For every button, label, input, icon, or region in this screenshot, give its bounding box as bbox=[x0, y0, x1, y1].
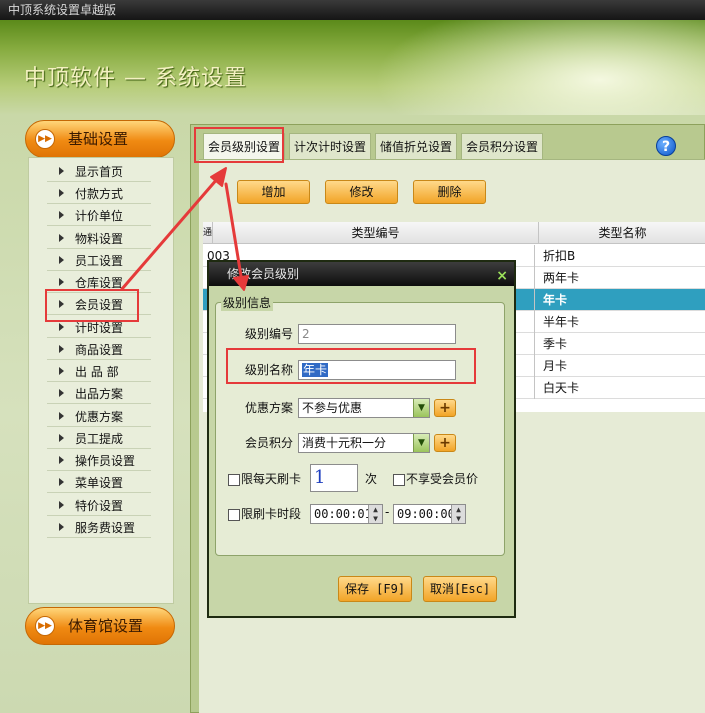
sidebar-item-goods[interactable]: 商品设置 bbox=[47, 340, 151, 360]
highlight-name-box bbox=[226, 348, 476, 384]
sidebar-item-payment[interactable]: 付款方式 bbox=[47, 184, 151, 204]
caret-right-icon bbox=[59, 234, 64, 242]
sidebar-item-service-fee[interactable]: 服务费设置 bbox=[47, 518, 151, 538]
sidebar-item-operator[interactable]: 操作员设置 bbox=[47, 451, 151, 471]
caret-right-icon bbox=[59, 345, 64, 353]
spin-updown-icon[interactable]: ▲ ▼ bbox=[451, 505, 465, 523]
level-code-label: 级别编号 bbox=[245, 327, 294, 341]
time-start-picker[interactable]: 00:00:01 ▲ ▼ bbox=[310, 504, 383, 524]
expand-arrow-icon: ▶▶ bbox=[35, 616, 55, 636]
level-info-legend: 级别信息 bbox=[221, 294, 274, 311]
add-discount-plan-button[interactable]: + bbox=[434, 399, 456, 417]
spin-updown-icon[interactable]: ▲ ▼ bbox=[368, 505, 382, 523]
group-gym-settings-button[interactable]: ▶▶ 体育馆设置 bbox=[25, 607, 175, 645]
daily-limit-label: 限每天刷卡 bbox=[241, 472, 302, 486]
sidebar-item-output-plan[interactable]: 出品方案 bbox=[47, 384, 151, 404]
sidebar-item-material[interactable]: 物料设置 bbox=[47, 229, 151, 249]
caret-right-icon bbox=[59, 478, 64, 486]
column-header-code[interactable]: 类型编号 bbox=[213, 222, 539, 244]
highlight-tab-box bbox=[194, 127, 284, 163]
daily-limit-checkbox[interactable] bbox=[228, 474, 240, 486]
member-points-value: 消费十元积一分 bbox=[302, 436, 387, 450]
delete-button[interactable]: 删除 bbox=[413, 180, 486, 204]
caret-right-icon bbox=[59, 323, 64, 331]
expand-arrow-icon: ▶▶ bbox=[35, 129, 55, 149]
discount-plan-select[interactable]: 不参与优惠 ▼ bbox=[298, 398, 430, 418]
chevron-down-icon: ▼ bbox=[413, 434, 429, 452]
chevron-down-icon: ▼ bbox=[413, 399, 429, 417]
discount-plan-label: 优惠方案 bbox=[245, 401, 294, 415]
discount-plan-value: 不参与优惠 bbox=[302, 401, 363, 415]
time-limit-label: 限刷卡时段 bbox=[241, 507, 302, 521]
caret-right-icon bbox=[59, 278, 64, 286]
table-header: 通 类型编号 类型名称 bbox=[203, 222, 705, 244]
caret-right-icon bbox=[59, 189, 64, 197]
group-gym-settings-label: 体育馆设置 bbox=[68, 617, 144, 635]
member-points-select[interactable]: 消费十元积一分 ▼ bbox=[298, 433, 430, 453]
time-start-value: 00:00:01 bbox=[314, 507, 372, 521]
sidebar-item-commission[interactable]: 员工提成 bbox=[47, 429, 151, 449]
column-header-index: 通 bbox=[203, 222, 213, 244]
caret-right-icon bbox=[59, 412, 64, 420]
member-points-label: 会员积分 bbox=[245, 436, 294, 450]
banner: 中顶软件 — 系统设置 bbox=[0, 20, 705, 115]
caret-right-icon bbox=[59, 434, 64, 442]
daily-limit-input[interactable]: 1 bbox=[310, 464, 358, 492]
time-range-separator: - bbox=[385, 505, 390, 519]
sidebar-item-menu[interactable]: 菜单设置 bbox=[47, 473, 151, 493]
caret-right-icon bbox=[59, 389, 64, 397]
add-button[interactable]: 增加 bbox=[237, 180, 310, 204]
level-code-input[interactable]: 2 bbox=[298, 324, 456, 344]
group-basic-settings-label: 基础设置 bbox=[68, 130, 129, 148]
help-icon[interactable]: ? bbox=[656, 136, 676, 156]
tab-stored-value[interactable]: 储值折兑设置 bbox=[375, 133, 458, 159]
sidebar-nav: 显示首页 付款方式 计价单位 物料设置 员工设置 仓库设置 会员设置 计时设置 … bbox=[28, 157, 174, 604]
sidebar-item-staff[interactable]: 员工设置 bbox=[47, 251, 151, 271]
caret-right-icon bbox=[59, 211, 64, 219]
close-icon[interactable]: × bbox=[496, 264, 508, 288]
group-basic-settings-button[interactable]: ▶▶ 基础设置 bbox=[25, 120, 175, 158]
column-header-name[interactable]: 类型名称 bbox=[539, 222, 705, 244]
add-points-rule-button[interactable]: + bbox=[434, 434, 456, 452]
sidebar-item-home[interactable]: 显示首页 bbox=[47, 162, 151, 182]
cancel-button[interactable]: 取消[Esc] bbox=[423, 576, 497, 602]
caret-right-icon bbox=[59, 523, 64, 531]
no-member-price-checkbox[interactable] bbox=[393, 474, 405, 486]
save-button[interactable]: 保存 [F9] bbox=[338, 576, 412, 602]
window-title: 中顶系统设置卓越版 bbox=[0, 0, 705, 20]
time-end-picker[interactable]: 09:00:00 ▲ ▼ bbox=[393, 504, 466, 524]
tab-count-timing[interactable]: 计次计时设置 bbox=[289, 133, 372, 159]
dialog-title-bar[interactable]: 修改会员级别 × bbox=[209, 262, 514, 286]
tab-member-points[interactable]: 会员积分设置 bbox=[461, 133, 544, 159]
caret-right-icon bbox=[59, 167, 64, 175]
edit-button[interactable]: 修改 bbox=[325, 180, 398, 204]
time-end-value: 09:00:00 bbox=[397, 507, 455, 521]
sidebar-item-discount-plan[interactable]: 优惠方案 bbox=[47, 407, 151, 427]
time-limit-checkbox[interactable] bbox=[228, 509, 240, 521]
caret-right-icon bbox=[59, 456, 64, 464]
banner-title: 中顶软件 — 系统设置 bbox=[24, 66, 247, 91]
edit-member-level-dialog: 修改会员级别 × 级别信息 级别编号 2 级别名称 年卡 优惠方案 不参与优惠 … bbox=[207, 260, 516, 618]
caret-right-icon bbox=[59, 501, 64, 509]
times-unit-label: 次 bbox=[365, 472, 378, 486]
caret-right-icon bbox=[59, 256, 64, 264]
highlight-member-box bbox=[45, 289, 139, 322]
sidebar-item-output-dept[interactable]: 出 品 部 bbox=[47, 362, 151, 382]
dialog-title: 修改会员级别 bbox=[227, 267, 300, 281]
no-member-price-label: 不享受会员价 bbox=[406, 472, 479, 486]
caret-right-icon bbox=[59, 367, 64, 375]
sidebar-item-special-price[interactable]: 特价设置 bbox=[47, 496, 151, 516]
sidebar-item-unit[interactable]: 计价单位 bbox=[47, 206, 151, 226]
